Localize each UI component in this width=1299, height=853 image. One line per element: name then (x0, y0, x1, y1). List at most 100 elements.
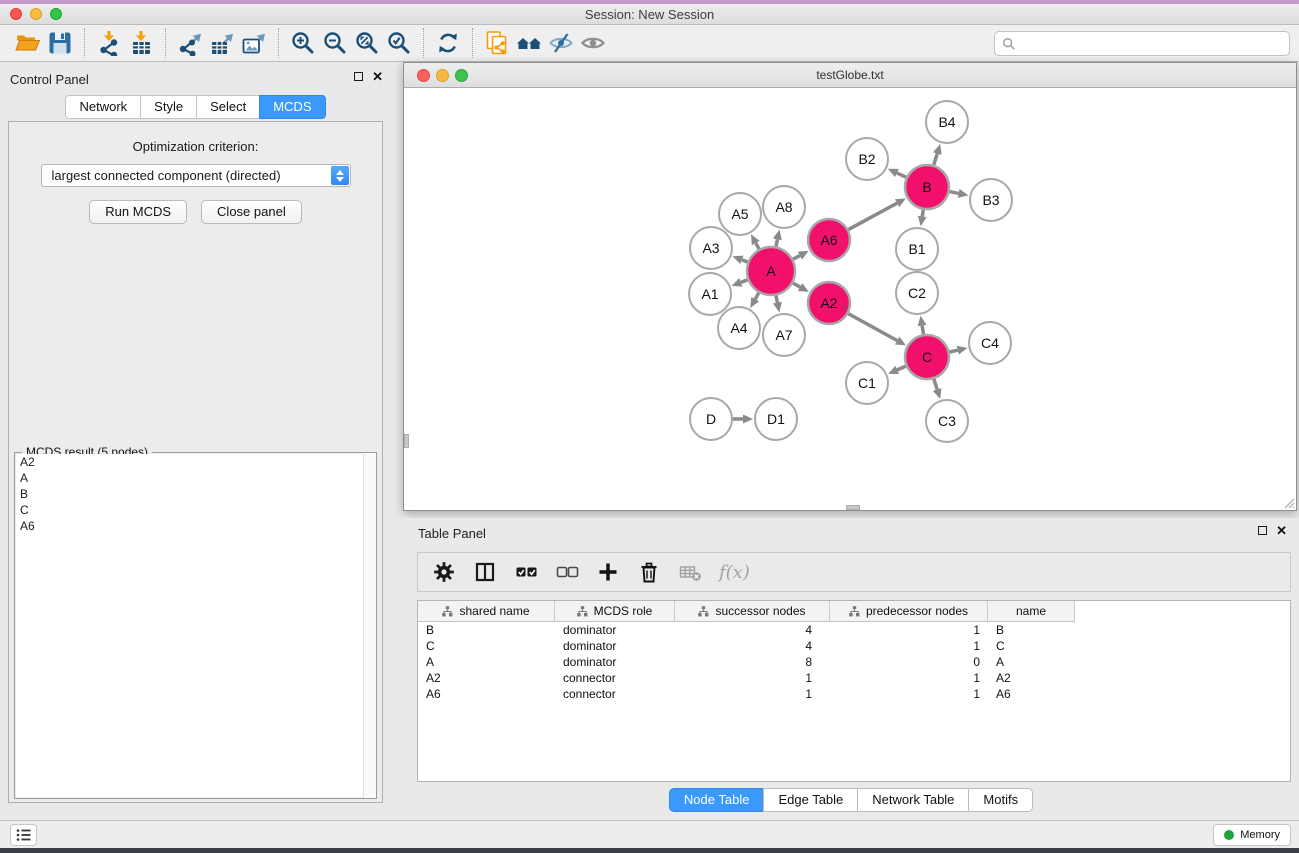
table-cell[interactable]: dominator (555, 623, 675, 637)
zoom-selected-button[interactable] (383, 28, 415, 58)
float-panel-icon[interactable] (1258, 526, 1267, 535)
column-header-successor-nodes[interactable]: successor nodes (675, 601, 830, 622)
horizontal-scrollbar-thumb[interactable] (846, 505, 860, 510)
table-settings-button[interactable] (432, 560, 456, 584)
tab-select[interactable]: Select (196, 95, 259, 119)
edge-A6-B[interactable] (848, 203, 897, 229)
node-A3[interactable]: A3 (690, 227, 732, 269)
column-header-name[interactable]: name (988, 601, 1075, 622)
tab-motifs[interactable]: Motifs (968, 788, 1033, 812)
table-cell[interactable]: 1 (675, 671, 830, 685)
add-column-button[interactable] (596, 560, 620, 584)
edge-A-A2[interactable] (793, 283, 800, 287)
edge-A-A8[interactable] (776, 239, 777, 246)
edge-C-C4[interactable] (949, 350, 957, 352)
tab-edge-table[interactable]: Edge Table (763, 788, 857, 812)
table-cell[interactable]: dominator (555, 655, 675, 669)
table-cell[interactable]: 0 (830, 655, 988, 669)
column-header-predecessor-nodes[interactable]: predecessor nodes (830, 601, 988, 622)
node-A6[interactable]: A6 (808, 219, 850, 261)
table-cell[interactable]: 8 (675, 655, 830, 669)
float-panel-icon[interactable] (354, 72, 363, 81)
node-D1[interactable]: D1 (755, 398, 797, 440)
mcds-result-item[interactable]: A6 (16, 518, 375, 534)
column-header-MCDS-role[interactable]: MCDS role (555, 601, 675, 622)
run-mcds-button[interactable]: Run MCDS (89, 200, 187, 224)
node-B2[interactable]: B2 (846, 138, 888, 180)
edge-A-A3[interactable] (742, 260, 748, 262)
zoom-in-button[interactable] (287, 28, 319, 58)
table-cell[interactable]: dominator (555, 639, 675, 653)
table-cell[interactable]: A (418, 655, 555, 669)
resize-grip-icon[interactable] (1281, 495, 1295, 509)
table-row[interactable]: A2connector11A2 (418, 670, 1290, 686)
search-input[interactable] (1016, 36, 1289, 51)
show-all-button[interactable] (577, 28, 609, 58)
node-C4[interactable]: C4 (969, 322, 1011, 364)
node-B3[interactable]: B3 (970, 179, 1012, 221)
node-C3[interactable]: C3 (926, 400, 968, 442)
edge-A-A5[interactable] (756, 243, 759, 249)
table-cell[interactable]: C (988, 639, 1075, 653)
table-cell[interactable]: connector (555, 687, 675, 701)
table-cell[interactable]: 1 (830, 623, 988, 637)
mcds-list-scrollbar[interactable] (363, 453, 376, 798)
node-B4[interactable]: B4 (926, 101, 968, 143)
edge-B-B3[interactable] (950, 192, 959, 194)
table-cell[interactable]: 1 (830, 687, 988, 701)
edge-A-A4[interactable] (755, 293, 759, 299)
edge-C-C2[interactable] (922, 326, 923, 335)
close-panel-icon[interactable]: ✕ (372, 71, 383, 82)
import-network-button[interactable] (93, 28, 125, 58)
vertical-scrollbar-thumb[interactable] (404, 434, 409, 448)
edge-A2-C[interactable] (848, 314, 897, 341)
table-cell[interactable]: A6 (418, 687, 555, 701)
node-D[interactable]: D (690, 398, 732, 440)
export-image-button[interactable] (238, 28, 270, 58)
mcds-result-item[interactable]: A (16, 470, 375, 486)
new-network-from-selection-button[interactable] (481, 28, 513, 58)
tab-mcds[interactable]: MCDS (259, 95, 325, 119)
node-A5[interactable]: A5 (719, 193, 761, 235)
column-header-shared-name[interactable]: shared name (418, 601, 555, 622)
node-C1[interactable]: C1 (846, 362, 888, 404)
close-panel-icon[interactable]: ✕ (1276, 525, 1287, 536)
hide-selected-button[interactable] (545, 28, 577, 58)
mcds-result-item[interactable]: B (16, 486, 375, 502)
tab-node-table[interactable]: Node Table (669, 788, 764, 812)
node-A[interactable]: A (747, 247, 795, 295)
open-file-button[interactable] (12, 28, 44, 58)
table-cell[interactable]: 1 (830, 671, 988, 685)
refresh-view-button[interactable] (432, 28, 464, 58)
save-session-button[interactable] (44, 28, 76, 58)
edge-A-A6[interactable] (793, 256, 800, 260)
export-table-button[interactable] (206, 28, 238, 58)
table-cell[interactable]: A2 (988, 671, 1075, 685)
node-C[interactable]: C (905, 335, 949, 379)
edge-A-A7[interactable] (776, 295, 777, 302)
node-A7[interactable]: A7 (763, 314, 805, 356)
table-row[interactable]: Adominator80A (418, 654, 1290, 670)
node-A8[interactable]: A8 (763, 186, 805, 228)
node-A1[interactable]: A1 (689, 273, 731, 315)
import-table-button[interactable] (125, 28, 157, 58)
network-canvas[interactable]: B4B2BB3A8A5A6A3B1AC2A1A2A4A7C4CC1DD1C3 (404, 89, 1296, 510)
table-cell[interactable]: A6 (988, 687, 1075, 701)
memory-button[interactable]: Memory (1213, 824, 1291, 846)
table-row[interactable]: Bdominator41B (418, 622, 1290, 638)
node-A2[interactable]: A2 (808, 282, 850, 324)
table-cell[interactable]: A (988, 655, 1075, 669)
edge-B-B4[interactable] (934, 154, 938, 165)
table-cell[interactable]: 4 (675, 639, 830, 653)
close-panel-button[interactable]: Close panel (201, 200, 302, 224)
zoom-out-button[interactable] (319, 28, 351, 58)
delete-column-button[interactable] (637, 560, 661, 584)
table-cell[interactable]: 1 (830, 639, 988, 653)
edge-B-B1[interactable] (922, 210, 923, 217)
edge-C-C1[interactable] (897, 366, 906, 370)
table-cell[interactable]: B (988, 623, 1075, 637)
node-B1[interactable]: B1 (896, 228, 938, 270)
table-row[interactable]: A6connector11A6 (418, 686, 1290, 702)
table-cell[interactable]: connector (555, 671, 675, 685)
edge-A-A1[interactable] (741, 280, 748, 283)
